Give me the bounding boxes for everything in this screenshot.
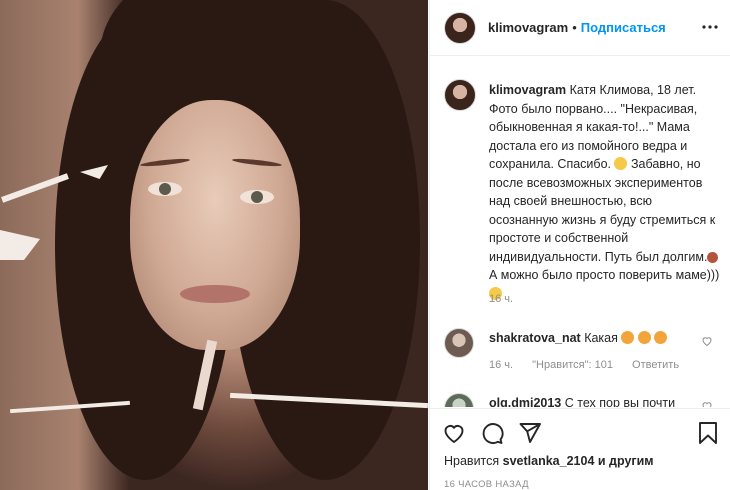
more-icon[interactable] — [699, 16, 721, 38]
comment-text: Какая — [584, 331, 618, 345]
caption-text-3: А можно было просто поверить маме))) — [489, 268, 720, 282]
comment-item — [444, 328, 474, 358]
photo-eye-right — [240, 190, 274, 204]
comment-text: С тех пор вы почти — [564, 396, 676, 407]
comments-scroll-area[interactable]: klimovagram Катя Климова, 18 лет. Фото б… — [430, 57, 730, 407]
comment-meta: 16 ч. "Нравится": 101 Ответить — [489, 359, 695, 371]
separator-dot: • — [572, 20, 577, 35]
caption-username[interactable]: klimovagram — [489, 83, 566, 97]
commenter-username[interactable]: shakratova_nat — [489, 331, 581, 345]
heart-eyes-emoji-icon — [637, 331, 651, 344]
heart-small-icon[interactable] — [701, 335, 713, 347]
action-icons — [442, 421, 542, 445]
likes-suffix[interactable]: и другим — [598, 454, 654, 468]
author-avatar[interactable] — [444, 11, 476, 44]
bookmark-icon[interactable] — [697, 421, 719, 445]
caption-time: 16 ч. — [489, 293, 514, 305]
photo-eye-left — [148, 182, 182, 196]
comment-icon[interactable] — [480, 421, 504, 445]
post-header: klimovagram • Подписаться — [430, 0, 730, 56]
caption: klimovagram Катя Климова, 18 лет. Фото б… — [489, 81, 721, 303]
heart-eyes-emoji-icon — [621, 331, 635, 344]
commenter-avatar[interactable] — [444, 393, 474, 407]
post-timestamp: 16 ЧАСОВ НАЗАД — [444, 479, 529, 490]
share-icon[interactable] — [518, 421, 542, 445]
reply-button[interactable]: Ответить — [632, 359, 679, 371]
caption-text-2: Забавно, но после всевозможных экспериме… — [489, 157, 716, 264]
photo-lips — [180, 285, 250, 303]
comment-body: shakratova_nat Какая — [489, 329, 709, 347]
likes-user[interactable]: svetlanka_2104 — [503, 454, 595, 468]
heart-small-icon[interactable] — [701, 400, 713, 407]
comment-time: 16 ч. — [489, 359, 514, 371]
author-username[interactable]: klimovagram — [488, 20, 568, 35]
post-photo[interactable] — [0, 0, 428, 490]
caption-avatar-wrap — [444, 79, 476, 111]
heart-eyes-emoji-icon — [654, 331, 668, 344]
hug-emoji-icon — [614, 157, 628, 170]
heart-icon[interactable] — [442, 421, 466, 445]
comment-body: olg.dmi2013 С тех пор вы почти — [489, 394, 709, 407]
footprints-emoji-icon — [707, 251, 719, 263]
comment-item — [444, 393, 474, 407]
commenter-username[interactable]: olg.dmi2013 — [489, 396, 561, 407]
follow-button[interactable]: Подписаться — [581, 20, 666, 35]
post-actions: Нравится svetlanka_2104 и другим 16 ЧАСО… — [430, 408, 730, 490]
commenter-avatar[interactable] — [444, 328, 474, 358]
photo-face — [130, 100, 300, 350]
post-side-panel: klimovagram • Подписаться klimovagram Ка… — [429, 0, 730, 490]
comment-likes[interactable]: "Нравится": 101 — [532, 359, 613, 371]
likes-summary: Нравится svetlanka_2104 и другим — [444, 454, 654, 468]
caption-avatar[interactable] — [444, 79, 476, 111]
likes-prefix: Нравится — [444, 454, 500, 468]
